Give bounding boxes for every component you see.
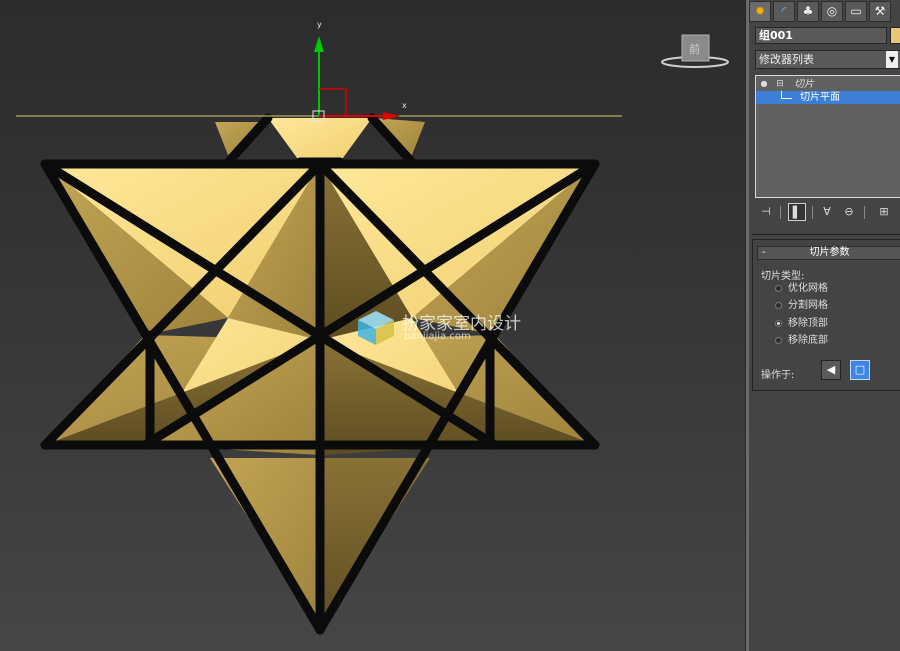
watermark: 扮家家室内设计 banjiajia.com bbox=[356, 309, 556, 349]
motion-icon: ◎ bbox=[826, 4, 838, 18]
radio-label: 优化网格 bbox=[788, 283, 828, 294]
rollout-title: 切片参数 bbox=[809, 247, 850, 258]
stack-item-label: 切片 bbox=[794, 79, 814, 90]
stack-item-slice-plane[interactable]: 切片平面 bbox=[756, 91, 900, 104]
polygon-select-icon[interactable]: □ bbox=[850, 360, 870, 380]
radio-button-icon[interactable] bbox=[775, 285, 782, 292]
hierarchy-tab[interactable]: ♣ bbox=[797, 1, 819, 22]
collapse-icon[interactable]: ⊟ bbox=[776, 80, 784, 89]
remove-modifier-icon[interactable]: ⊖ bbox=[840, 203, 858, 221]
viewcube-front-label[interactable]: 前 bbox=[689, 41, 700, 57]
display-tab[interactable]: ▭ bbox=[845, 1, 867, 22]
x-axis-label: x bbox=[402, 101, 407, 110]
radio-label: 移除顶部 bbox=[788, 318, 828, 329]
y-axis-label: y bbox=[317, 20, 322, 29]
radio-label: 分割网格 bbox=[788, 300, 828, 311]
toolbar-divider bbox=[864, 206, 865, 219]
modify-tab[interactable]: ◜ bbox=[773, 1, 795, 22]
sun-create-icon: ✹ bbox=[754, 4, 766, 18]
utilities-tab[interactable]: ⚒ bbox=[869, 1, 891, 22]
slice-parameters-rollout: - 切片参数 切片类型: 优化网格 分割网格 移除顶部 移除底部 操作于: ◀ … bbox=[752, 239, 900, 391]
modifier-stack[interactable]: ● ⊟ 切片 切片平面 bbox=[755, 75, 900, 198]
operate-on-label: 操作于: bbox=[761, 370, 795, 381]
slice-type-label: 切片类型: bbox=[761, 271, 805, 282]
radio-button-checked-icon[interactable] bbox=[775, 320, 782, 327]
hierarchy-icon: ♣ bbox=[802, 4, 814, 18]
stack-item-slice[interactable]: ● ⊟ 切片 bbox=[756, 78, 900, 91]
configure-sets-icon[interactable]: ⊞ bbox=[875, 203, 893, 221]
toolbar-divider bbox=[780, 206, 781, 219]
modifier-list-label: 修改器列表 bbox=[759, 53, 814, 66]
motion-tab[interactable]: ◎ bbox=[821, 1, 843, 22]
perspective-viewport[interactable]: y x 前 扮家家室内设计 banjiajia.com bbox=[0, 0, 745, 651]
show-end-result-icon[interactable]: ▌ bbox=[788, 203, 806, 221]
stack-item-label: 切片平面 bbox=[800, 92, 840, 103]
make-unique-icon[interactable]: ∀ bbox=[818, 203, 836, 221]
utilities-hammer-icon: ⚒ bbox=[874, 4, 886, 18]
display-monitor-icon: ▭ bbox=[850, 4, 862, 18]
transform-gizmo[interactable] bbox=[312, 36, 400, 122]
pin-stack-icon[interactable]: ⊣ bbox=[757, 203, 775, 221]
command-panel: ✹ ◜ ♣ ◎ ▭ ⚒ 组001 修改器列表 ▼ ● ⊟ 切片 切片平面 ⊣ ▌… bbox=[749, 0, 900, 651]
object-name-field[interactable]: 组001 bbox=[755, 27, 887, 44]
watermark-cube-icon bbox=[358, 311, 394, 345]
object-color-swatch[interactable] bbox=[890, 27, 900, 44]
watermark-url: banjiajia.com bbox=[404, 331, 471, 342]
create-tab[interactable]: ✹ bbox=[749, 1, 771, 22]
radio-label: 移除底部 bbox=[788, 335, 828, 346]
modifier-list-dropdown[interactable]: 修改器列表 ▼ bbox=[755, 50, 900, 69]
toolbar-divider bbox=[812, 206, 813, 219]
radio-button-icon[interactable] bbox=[775, 337, 782, 344]
stack-toolbar: ⊣ ▌ ∀ ⊖ ⊞ bbox=[755, 203, 900, 223]
face-select-icon[interactable]: ◀ bbox=[821, 360, 841, 380]
rollout-header[interactable]: - 切片参数 bbox=[757, 246, 900, 260]
radio-button-icon[interactable] bbox=[775, 302, 782, 309]
chevron-down-icon[interactable]: ▼ bbox=[886, 51, 898, 68]
lightbulb-icon[interactable]: ● bbox=[760, 80, 768, 88]
modify-curve-icon: ◜ bbox=[781, 4, 787, 18]
tree-connector-icon bbox=[781, 91, 792, 99]
rollout-separator bbox=[752, 234, 900, 235]
